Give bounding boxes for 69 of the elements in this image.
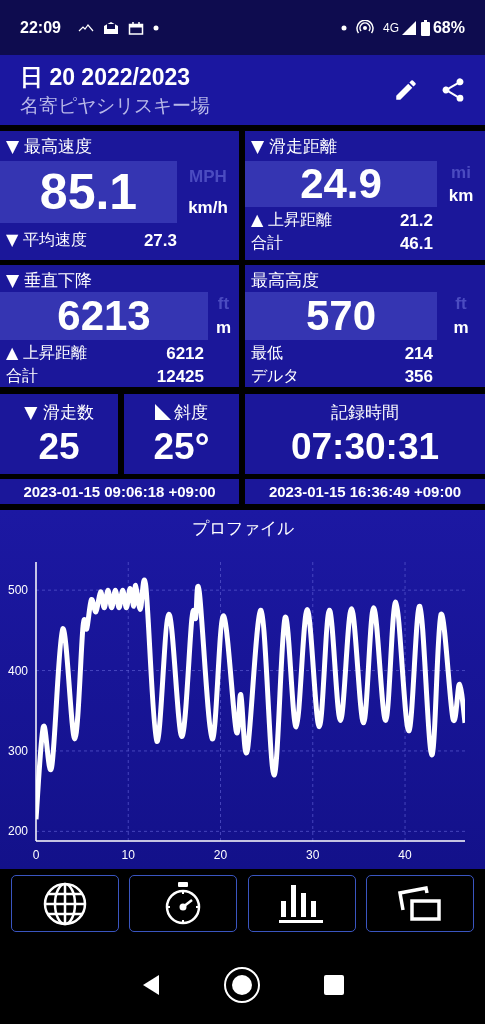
mountain-icon (77, 22, 94, 33)
unit-label[interactable]: km/h (188, 197, 228, 218)
x-tick-label: 10 (121, 848, 135, 862)
slope-icon (155, 404, 171, 420)
row-label: ▼ 平均速度 (6, 230, 88, 251)
chart-title: プロファイル (190, 517, 295, 540)
stat-label[interactable]: ▼ 最高速度 (0, 135, 239, 161)
stats-button[interactable] (247, 875, 356, 932)
stat-value: 6213 (0, 292, 208, 340)
row-value: 27.3 (143, 230, 177, 251)
summary-label: 記録時間 (331, 400, 399, 424)
calendar-icon (127, 20, 144, 35)
network-type: 4G (382, 20, 399, 35)
summary-label: 斜度 (174, 400, 208, 424)
row-value: 214 (404, 343, 433, 364)
y-tick-label: 500 (7, 583, 28, 598)
hotspot-icon (355, 19, 374, 36)
battery-icon (420, 19, 430, 36)
row-value: 356 (404, 366, 433, 387)
dot-icon (340, 24, 347, 31)
map-button[interactable] (11, 875, 119, 932)
row-label: 最低 (251, 343, 283, 364)
x-tick-label: 20 (213, 848, 228, 862)
summary-label: ▼ 滑走数 (24, 400, 94, 424)
stat-label[interactable]: ▼ 垂直下降 (0, 269, 239, 292)
stat-label[interactable]: 最高高度 (245, 269, 485, 292)
home-icon[interactable] (223, 966, 262, 1004)
summary-value: 25 (38, 425, 80, 469)
row-label: ▲ 上昇距離 (6, 343, 88, 364)
unit-label[interactable]: m (453, 318, 469, 338)
timestamp: 2023-01-15 16:36:49 +09:00 (245, 479, 485, 504)
stat-value: 24.9 (245, 161, 437, 207)
signal-icon (401, 20, 416, 35)
back-icon[interactable] (141, 974, 162, 996)
row-label: 合計 (6, 366, 38, 387)
summary-value: 25° (153, 425, 210, 469)
battery-percent: 68% (432, 18, 465, 37)
stat-label[interactable]: ▼ 滑走距離 (245, 135, 485, 161)
stat-value: 570 (245, 292, 437, 340)
x-tick-label: 0 (32, 848, 40, 862)
row-value: 21.2 (399, 210, 433, 231)
summary-value: 07:30:31 (290, 425, 440, 469)
row-label: ▲ 上昇距離 (251, 210, 333, 231)
resort-name: 名寄ピヤシリスキー場 (20, 92, 211, 118)
globe-icon (42, 880, 88, 927)
unit-label[interactable]: m (215, 318, 232, 338)
recents-icon[interactable] (323, 975, 344, 995)
clock-time: 22:09 (20, 18, 61, 37)
row-value: 6212 (166, 343, 204, 364)
dot-icon (152, 24, 159, 31)
unit-label[interactable]: km (448, 185, 474, 206)
stat-value: 85.1 (0, 161, 177, 223)
row-value: 46.1 (399, 233, 433, 254)
x-tick-label: 30 (306, 848, 320, 862)
gallery-button[interactable] (366, 875, 474, 932)
stopwatch-button[interactable] (129, 875, 238, 932)
y-tick-label: 300 (7, 743, 28, 758)
page-title: 日 20 2022/2023 (20, 62, 192, 92)
photos-icon (397, 883, 443, 924)
bar-chart-icon (278, 882, 325, 925)
row-value: 12425 (156, 366, 204, 387)
y-tick-label: 200 (7, 824, 28, 839)
row-label: 合計 (251, 233, 283, 254)
x-tick-label: 40 (398, 848, 412, 862)
row-label: デルタ (251, 366, 299, 387)
pencil-icon (393, 77, 419, 103)
timestamp: 2023-01-15 09:06:18 +09:00 (0, 479, 239, 504)
mail-icon (102, 20, 119, 35)
y-tick-label: 400 (7, 663, 28, 678)
